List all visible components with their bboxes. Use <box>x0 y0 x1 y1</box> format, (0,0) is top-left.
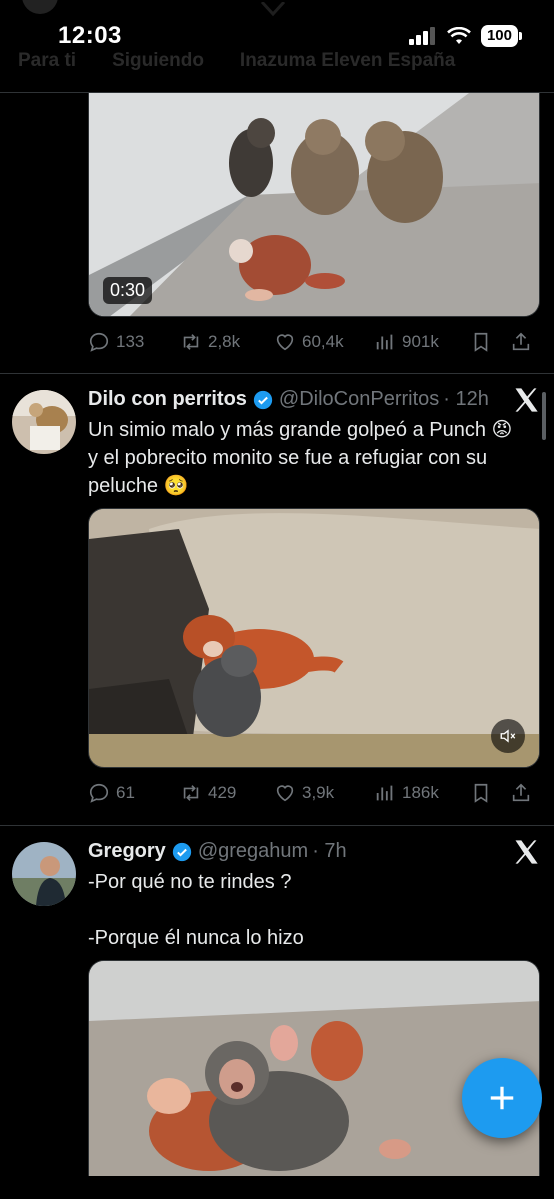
reply-count: 61 <box>116 783 135 802</box>
tweet-actions: 133 2,8k 60,4k 901k <box>88 327 540 357</box>
heart-icon <box>276 334 294 351</box>
views-icon <box>376 785 393 801</box>
signal-icon <box>408 27 435 45</box>
like-count: 3,9k <box>302 783 335 802</box>
repost-count: 429 <box>208 783 237 802</box>
status-time: 12:03 <box>58 22 122 49</box>
tweet-video-media[interactable] <box>88 508 540 768</box>
views-icon <box>376 334 393 350</box>
avatar[interactable] <box>12 842 76 906</box>
share-button[interactable] <box>510 331 540 353</box>
tweet-video-media[interactable]: 0:30 <box>88 93 540 317</box>
status-icons: 100 <box>408 25 523 47</box>
views-count: 186k <box>402 783 439 802</box>
display-name[interactable]: Gregory <box>88 840 166 863</box>
reply-icon <box>89 332 109 352</box>
x-logo-header-icon <box>258 0 288 26</box>
tweet-text: Un simio malo y más grande golpeó a Punc… <box>88 419 513 497</box>
reply-button[interactable]: 133 <box>88 331 180 353</box>
tab-inazuma[interactable]: Inazuma Eleven España <box>240 50 455 72</box>
repost-icon <box>183 334 199 350</box>
tweet-header: Gregory @gregahum · 7h <box>88 840 542 863</box>
bookmark-button[interactable] <box>470 331 510 353</box>
like-button[interactable]: 3,9k <box>274 782 374 804</box>
like-count: 60,4k <box>302 332 344 351</box>
divider <box>0 825 554 826</box>
handle[interactable]: @gregahum <box>198 840 308 863</box>
repost-button[interactable]: 429 <box>180 782 274 804</box>
bookmark-icon <box>474 332 488 352</box>
views-button[interactable]: 186k <box>374 782 470 804</box>
repost-count: 2,8k <box>208 332 241 351</box>
share-button[interactable] <box>510 782 540 804</box>
header-tabs: Para ti Siguiendo Inazuma Eleven España <box>18 50 455 72</box>
timestamp: · 7h <box>312 840 347 862</box>
avatar[interactable] <box>12 390 76 454</box>
verified-badge-icon <box>253 390 273 409</box>
x-logo-icon <box>515 388 538 412</box>
repost-button[interactable]: 2,8k <box>180 331 274 353</box>
scrollbar[interactable] <box>542 392 546 440</box>
wifi-icon <box>447 27 471 44</box>
verified-badge-icon <box>172 842 191 861</box>
reply-button[interactable]: 61 <box>88 782 180 804</box>
timestamp: · 12h <box>443 388 489 410</box>
views-count: 901k <box>402 332 439 351</box>
tab-para-ti[interactable]: Para ti <box>18 50 76 72</box>
tab-siguiendo[interactable]: Siguiendo <box>112 50 204 72</box>
header-avatar[interactable] <box>22 0 58 14</box>
video-duration: 0:30 <box>103 277 153 304</box>
bottom-nav <box>0 1176 554 1199</box>
bookmark-button[interactable] <box>470 782 510 804</box>
divider <box>0 373 554 374</box>
reply-count: 133 <box>116 332 145 351</box>
tweet-header: Dilo con perritos @DiloConPerritos · 12h <box>88 388 542 411</box>
battery-indicator: 100 <box>480 25 523 47</box>
tweet-text: -Por qué no te rindes ? -Porque él nunca… <box>88 871 304 949</box>
reply-icon <box>89 783 109 803</box>
compose-button[interactable] <box>462 1058 542 1138</box>
tweet-actions: 61 429 3,9k 186k <box>88 778 540 808</box>
monkey-with-plush-image <box>89 509 539 767</box>
like-button[interactable]: 60,4k <box>274 331 374 353</box>
heart-icon <box>276 785 294 802</box>
bookmark-icon <box>474 783 488 803</box>
monkey-hugging-plush-image <box>89 961 539 1176</box>
mute-button[interactable] <box>491 719 525 753</box>
share-icon <box>512 332 530 351</box>
x-logo-icon <box>515 840 538 864</box>
monkeys-by-wall-image <box>89 93 539 316</box>
display-name[interactable]: Dilo con perritos <box>88 388 247 411</box>
handle[interactable]: @DiloConPerritos <box>279 388 439 411</box>
repost-icon <box>183 785 199 801</box>
plus-icon <box>490 1086 514 1110</box>
share-icon <box>512 783 530 802</box>
tweet-video-media[interactable] <box>88 960 540 1176</box>
muted-speaker-icon <box>500 729 516 743</box>
views-button[interactable]: 901k <box>374 331 470 353</box>
status-bar: Para ti Siguiendo Inazuma Eleven España … <box>0 0 554 92</box>
